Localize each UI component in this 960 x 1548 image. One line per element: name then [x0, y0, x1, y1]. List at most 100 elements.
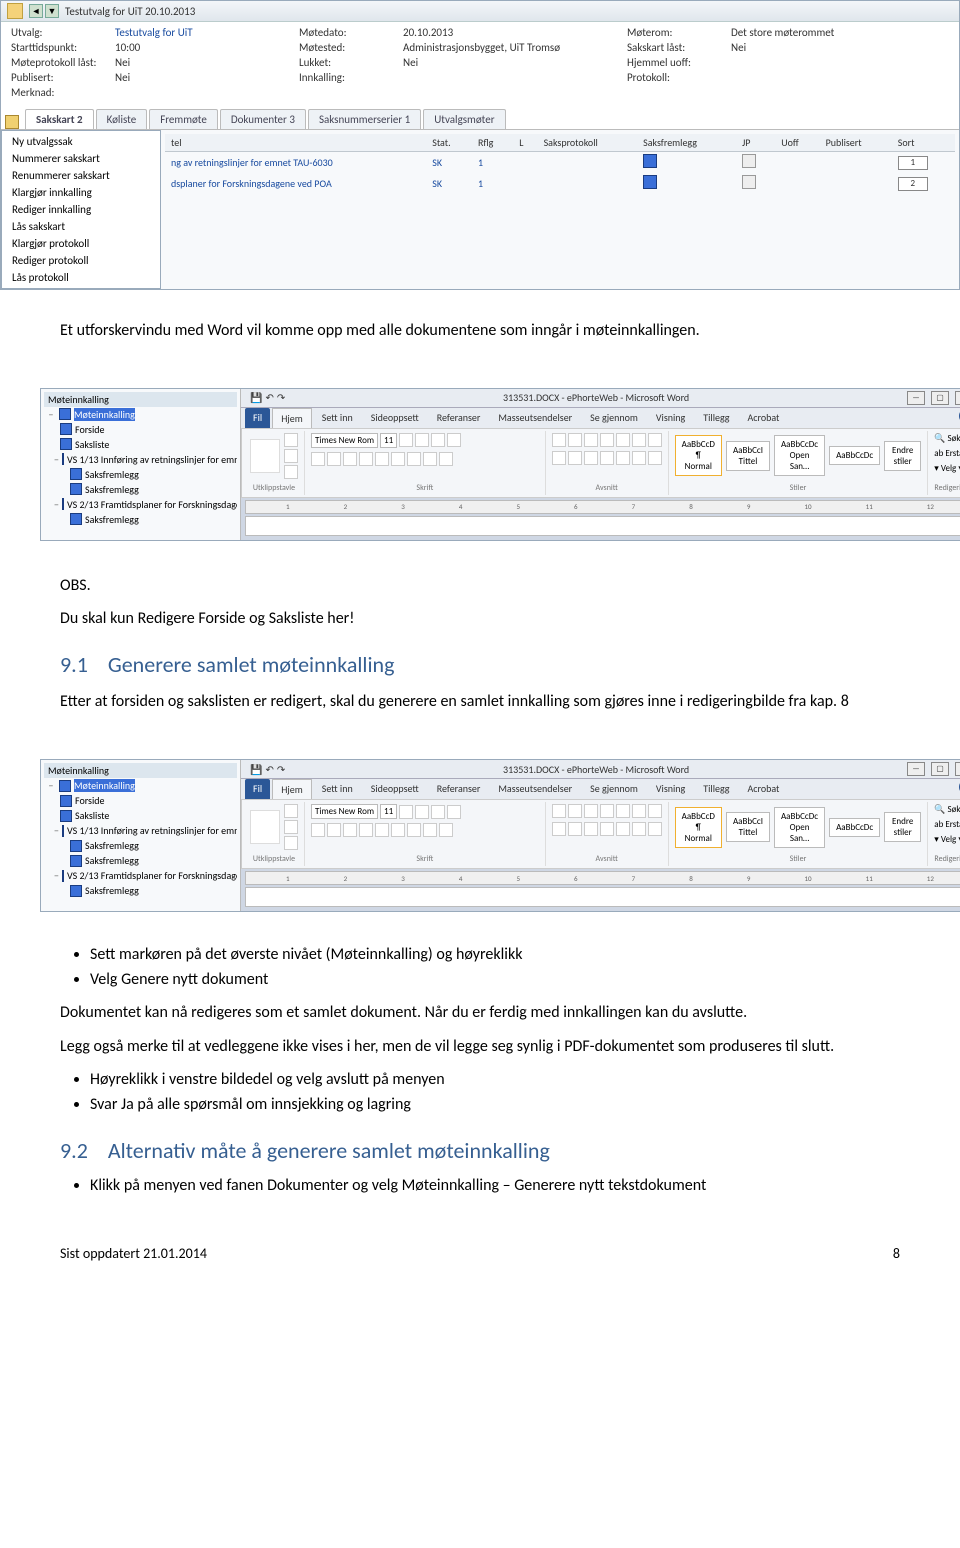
save-icon[interactable]: 💾 [250, 763, 262, 776]
outdent-icon[interactable] [600, 804, 614, 818]
ribbon-tab[interactable]: Referanser [429, 408, 489, 428]
multilevel-icon[interactable] [584, 433, 598, 447]
minimize-button[interactable]: — [907, 762, 925, 776]
strike-icon[interactable] [359, 452, 373, 466]
redo-icon[interactable]: ↷ [277, 763, 285, 776]
maximize-button[interactable]: ▢ [931, 762, 949, 776]
text-effect-icon[interactable] [407, 823, 421, 837]
ribbon-tab[interactable]: Visning [648, 779, 693, 799]
underline-icon[interactable] [343, 452, 357, 466]
border-icon[interactable] [648, 451, 662, 465]
sort-input[interactable]: 1 [898, 156, 928, 170]
tree-item[interactable]: −VS 1/13 Innføring av retningslinjer for… [44, 823, 237, 838]
th[interactable]: Stat. [426, 134, 472, 152]
tree-item[interactable]: Saksliste [44, 808, 237, 823]
change-styles-button[interactable]: Endre stiler [884, 441, 921, 471]
tree-item[interactable]: Saksfremlegg [44, 883, 237, 898]
multilevel-icon[interactable] [584, 804, 598, 818]
replace-button[interactable]: ab Erstatt [934, 448, 960, 459]
underline-icon[interactable] [343, 823, 357, 837]
line-spacing-icon[interactable] [616, 451, 630, 465]
cut-icon[interactable] [284, 804, 298, 818]
font-size-select[interactable]: 11 [380, 804, 397, 819]
style-normal[interactable]: AaBbCcD¶ Normal [675, 807, 722, 848]
select-button[interactable]: ▾ Velg ▾ [934, 463, 960, 474]
style-title[interactable]: AaBbCcITittel [726, 812, 770, 842]
superscript-icon[interactable] [391, 452, 405, 466]
ribbon-tab-hjem[interactable]: Hjem [272, 779, 312, 799]
ribbon-tab[interactable]: Acrobat [739, 779, 787, 799]
ribbon-tab[interactable]: Se gjennom [582, 408, 646, 428]
pilcrow-icon[interactable] [648, 433, 662, 447]
ribbon-tab[interactable]: Visning [648, 408, 693, 428]
th[interactable]: Sort [892, 134, 955, 152]
ctx-item[interactable]: Klargjør innkalling [4, 184, 158, 201]
paste-button[interactable] [250, 810, 280, 844]
th[interactable]: JP [736, 134, 775, 152]
change-styles-button[interactable]: Endre stiler [884, 812, 921, 842]
justify-icon[interactable] [600, 822, 614, 836]
word-document-area[interactable] [245, 887, 960, 907]
ctx-item[interactable]: Klargjør protokoll [4, 235, 158, 252]
grow-font-icon[interactable] [399, 805, 413, 819]
grow-font-icon[interactable] [399, 433, 413, 447]
close-button[interactable]: × [955, 391, 960, 405]
tree-item[interactable]: Saksfremlegg [44, 467, 237, 482]
ribbon-tab-fil[interactable]: Fil [245, 408, 270, 428]
undo-icon[interactable]: ↶ [265, 391, 273, 404]
tree-item[interactable]: Saksliste [44, 437, 237, 452]
shading-icon[interactable] [632, 451, 646, 465]
indent-icon[interactable] [616, 433, 630, 447]
font-select[interactable]: Times New Rom [311, 804, 378, 819]
th[interactable]: L [513, 134, 537, 152]
ctx-item[interactable]: Rediger protokoll [4, 252, 158, 269]
ctx-item[interactable]: Rediger innkalling [4, 201, 158, 218]
ribbon-tab[interactable]: Se gjennom [582, 779, 646, 799]
copy-icon[interactable] [284, 820, 298, 834]
text-effect-icon[interactable] [407, 452, 421, 466]
collapse-icon[interactable]: − [54, 824, 59, 837]
indent-icon[interactable] [616, 804, 630, 818]
doc-icon[interactable] [742, 154, 756, 168]
ctx-item[interactable]: Lås protokoll [4, 269, 158, 286]
align-left-icon[interactable] [552, 451, 566, 465]
find-button[interactable]: 🔍 Søk ▾ [934, 804, 960, 815]
tree-item[interactable]: −Møteinnkalling [44, 407, 237, 422]
tree-item[interactable]: Forside [44, 422, 237, 437]
ribbon-tab[interactable]: Masseutsendelser [490, 779, 580, 799]
outdent-icon[interactable] [600, 433, 614, 447]
tab-utvalgsmoter[interactable]: Utvalgsmøter [423, 109, 505, 129]
paste-button[interactable] [250, 439, 280, 473]
clear-format-icon[interactable] [447, 805, 461, 819]
style-other[interactable]: AaBbCcDc [829, 818, 880, 837]
cut-icon[interactable] [284, 433, 298, 447]
shading-icon[interactable] [632, 822, 646, 836]
font-color-icon[interactable] [439, 452, 453, 466]
tree-item[interactable]: Forside [44, 793, 237, 808]
tree-item[interactable]: −VS 2/13 Framtidsplaner for Forskningsda… [44, 497, 237, 512]
align-center-icon[interactable] [568, 451, 582, 465]
tree-item[interactable]: −Møteinnkalling [44, 778, 237, 793]
justify-icon[interactable] [600, 451, 614, 465]
bold-icon[interactable] [311, 823, 325, 837]
align-center-icon[interactable] [568, 822, 582, 836]
italic-icon[interactable] [327, 823, 341, 837]
font-color-icon[interactable] [439, 823, 453, 837]
sort-input[interactable]: 2 [898, 177, 928, 191]
line-spacing-icon[interactable] [616, 822, 630, 836]
tab-sakskart[interactable]: Sakskart 2 [25, 109, 94, 129]
ribbon-tab[interactable]: Sideoppsett [363, 779, 427, 799]
back-arrow-icon[interactable]: ◄ [29, 4, 43, 18]
change-case-icon[interactable] [431, 805, 445, 819]
align-right-icon[interactable] [584, 822, 598, 836]
th[interactable]: Saksprotokoll [538, 134, 638, 152]
tree-item[interactable]: −VS 1/13 Innføring av retningslinjer for… [44, 452, 237, 467]
style-other[interactable]: AaBbCcDc [829, 446, 880, 465]
bold-icon[interactable] [311, 452, 325, 466]
bullets-icon[interactable] [552, 804, 566, 818]
sort-icon[interactable] [632, 804, 646, 818]
shrink-font-icon[interactable] [415, 805, 429, 819]
bullets-icon[interactable] [552, 433, 566, 447]
format-painter-icon[interactable] [284, 836, 298, 850]
sort-icon[interactable] [632, 433, 646, 447]
